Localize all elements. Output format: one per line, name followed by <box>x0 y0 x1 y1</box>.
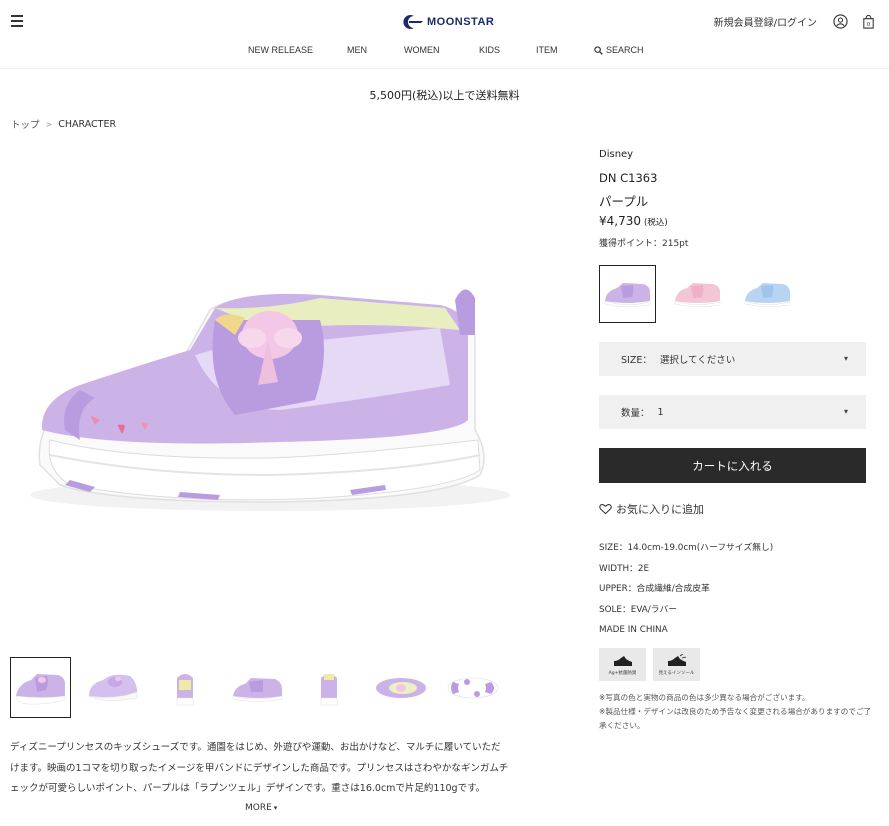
product-notes: ※写真の色と実物の商品の色は多少異なる場合がございます。 ※製品仕様・デザインは… <box>599 691 874 733</box>
nav-search-label: SEARCH <box>606 45 644 55</box>
shoe-icon <box>613 655 632 666</box>
logo-text: MOONSTAR <box>427 16 495 28</box>
thumbnail[interactable] <box>442 657 503 718</box>
menu-icon[interactable] <box>11 15 23 27</box>
price-value: ¥4,730 <box>599 214 641 228</box>
note-color: ※写真の色と実物の商品の色は多少異なる場合がございます。 <box>599 693 810 702</box>
quantity-select-label: 数量： <box>621 408 650 419</box>
add-to-cart-button[interactable]: カートに入れる <box>599 448 866 483</box>
thumbnail[interactable] <box>370 657 431 718</box>
more-label: MORE <box>245 803 272 813</box>
account-link[interactable]: 新規会員登録/ログイン <box>714 14 817 29</box>
shipping-banner: 5,500円(税込)以上で送料無料 <box>369 89 520 102</box>
nav-search[interactable]: SEARCH <box>594 45 644 55</box>
tax-note: (税込) <box>644 218 668 228</box>
nav-kids[interactable]: KIDS <box>479 45 500 55</box>
nav-new-release[interactable]: NEW RELEASE <box>248 45 313 55</box>
thumbnail-image <box>447 677 498 698</box>
badge-label: 見えるインソール <box>658 670 695 676</box>
nav-women[interactable]: WOMEN <box>404 45 440 55</box>
quantity-select-value: 1 <box>657 406 664 418</box>
product-code: DN C1363 <box>599 171 658 185</box>
cart-count: 0 <box>867 22 871 28</box>
add-to-favorites[interactable]: お気に入りに追加 <box>599 501 704 517</box>
cart-icon[interactable]: 0 <box>861 14 876 29</box>
swatch-blue[interactable] <box>739 265 796 323</box>
nav-men[interactable]: MEN <box>347 45 367 55</box>
size-select[interactable]: SIZE： 選択してください ▾ <box>599 342 866 376</box>
product-description: ディズニープリンセスのキッズシューズです。通園をはじめ、外遊びや運動、お出かけな… <box>10 742 509 794</box>
spec-sole: SOLE：EVA/ラバー <box>599 604 678 615</box>
badge-label: Ag+抗菌防臭 <box>608 670 637 676</box>
moonstar-logo-icon <box>403 15 423 29</box>
quantity-select[interactable]: 数量： 1 ▾ <box>599 395 866 429</box>
spec-upper: UPPER：合成繊維/合成皮革 <box>599 584 710 594</box>
product-color-name: パープル <box>599 194 649 209</box>
breadcrumb: トップ > CHARACTER <box>11 117 116 132</box>
thumbnail-image <box>176 673 193 705</box>
nav-item[interactable]: ITEM <box>536 45 558 55</box>
thumbnail-image <box>375 677 426 698</box>
thumbnail-strip <box>10 657 503 718</box>
user-icon[interactable] <box>833 14 848 29</box>
thumbnail[interactable] <box>226 657 287 718</box>
product-brand: Disney <box>599 149 634 160</box>
size-select-value: 選択してください <box>659 355 736 366</box>
chevron-down-icon: ▾ <box>843 407 848 416</box>
thumbnail-image <box>232 677 282 702</box>
thumbnail-image <box>88 674 137 701</box>
thumbnail[interactable] <box>10 657 71 718</box>
swatch-image <box>744 283 790 307</box>
color-swatches <box>599 265 796 323</box>
swatch-purple[interactable] <box>599 265 656 323</box>
header-actions: 新規会員登録/ログイン 0 <box>714 14 889 29</box>
main-nav: NEW RELEASE MEN WOMEN KIDS ITEM SEARCH <box>0 45 889 59</box>
size-select-label: SIZE： <box>621 355 652 366</box>
thumbnail[interactable] <box>82 657 143 718</box>
search-icon <box>594 45 603 55</box>
breadcrumb-character[interactable]: CHARACTER <box>58 119 116 130</box>
thumbnail[interactable] <box>298 657 359 718</box>
thumbnail[interactable] <box>154 657 215 718</box>
thumbnail-image <box>320 673 337 705</box>
spec-size: SIZE：14.0cm-19.0cm(ハーフサイズ無し) <box>599 543 774 553</box>
shoe-icon <box>667 653 686 666</box>
chevron-down-icon: ▾ <box>273 804 278 812</box>
breadcrumb-separator: > <box>45 119 53 129</box>
spec-width: WIDTH：2E <box>599 563 650 574</box>
note-spec: ※製品仕様・デザインは改良のため予告なく変更される場合がありますのでご了承くださ… <box>599 707 872 730</box>
favorite-label: お気に入りに追加 <box>616 503 704 516</box>
breadcrumb-top[interactable]: トップ <box>11 117 40 131</box>
badge-antibacterial: Ag+抗菌防臭 <box>599 648 646 681</box>
swatch-image <box>674 283 720 307</box>
product-main-image <box>30 289 510 511</box>
header-divider <box>0 68 889 69</box>
product-price: ¥4,730 (税込) <box>599 214 668 228</box>
badge-insole: 見えるインソール <box>653 648 700 681</box>
feature-badges: Ag+抗菌防臭 見えるインソール <box>599 648 700 681</box>
more-button[interactable]: MORE ▾ <box>245 803 277 813</box>
heart-icon <box>599 504 612 515</box>
site-logo[interactable]: MOONSTAR <box>401 14 494 30</box>
chevron-down-icon: ▾ <box>843 354 848 363</box>
swatch-pink[interactable] <box>669 265 726 323</box>
points-earned: 獲得ポイント：215pt <box>599 239 689 249</box>
spec-origin: MADE IN CHINA <box>599 625 668 635</box>
swatch-image <box>604 283 650 307</box>
thumbnail-image <box>15 673 65 704</box>
product-specs: SIZE：14.0cm-19.0cm(ハーフサイズ無し) WIDTH：2E UP… <box>599 538 773 641</box>
